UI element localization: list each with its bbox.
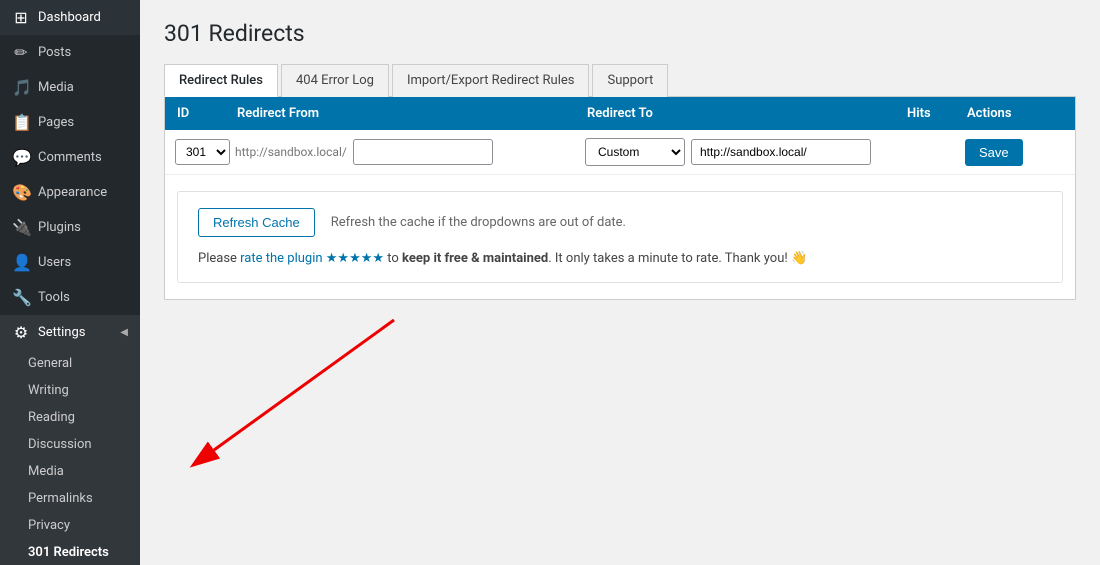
sidebar-item-pages[interactable]: 📋 Pages <box>0 105 140 140</box>
sidebar-item-media[interactable]: 🎵 Media <box>0 70 140 105</box>
sidebar-item-label: Plugins <box>38 220 81 235</box>
col-redirect-to: Redirect To <box>575 97 895 130</box>
posts-icon: ✏ <box>12 43 30 62</box>
tools-icon: 🔧 <box>12 288 30 307</box>
tab-support[interactable]: Support <box>592 64 668 97</box>
table-input-row: 301 302 http://sandbox.local/ Custom Pos… <box>165 130 1075 175</box>
sidebar-item-label: Posts <box>38 45 71 60</box>
redirect-from-input[interactable] <box>353 139 493 165</box>
settings-submenu: General Writing Reading Discussion Media… <box>0 350 140 565</box>
plugins-icon: 🔌 <box>12 218 30 237</box>
col-actions: Actions <box>955 97 1075 130</box>
rate-text-end: . It only takes a minute to rate. Thank … <box>548 251 807 266</box>
sidebar-sub-media[interactable]: Media <box>0 458 140 485</box>
users-icon: 👤 <box>12 253 30 272</box>
sidebar: ⊞ Dashboard ✏ Posts 🎵 Media 📋 Pages 💬 Co… <box>0 0 140 565</box>
col-id: ID <box>165 97 225 130</box>
rate-text-after: to <box>384 251 402 266</box>
sidebar-sub-permalinks[interactable]: Permalinks <box>0 485 140 512</box>
rate-link-text: rate the plugin ★★★★★ <box>240 251 384 266</box>
col-hits: Hits <box>895 97 955 130</box>
table-header: ID Redirect From Redirect To Hits Action… <box>165 97 1075 130</box>
sidebar-item-posts[interactable]: ✏ Posts <box>0 35 140 70</box>
cache-description: Refresh the cache if the dropdowns are o… <box>331 215 626 230</box>
redirect-from-prefix: http://sandbox.local/ <box>235 145 347 159</box>
sidebar-item-comments[interactable]: 💬 Comments <box>0 140 140 175</box>
rate-plugin-link[interactable]: rate the plugin ★★★★★ <box>240 251 384 266</box>
sidebar-item-label: Tools <box>38 290 70 305</box>
sidebar-item-dashboard[interactable]: ⊞ Dashboard <box>0 0 140 35</box>
sidebar-item-label: Dashboard <box>38 10 101 25</box>
col-redirect-from: Redirect From <box>225 97 575 130</box>
arrow-annotation <box>164 310 1076 490</box>
pages-icon: 📋 <box>12 113 30 132</box>
cache-row: Refresh Cache Refresh the cache if the d… <box>198 208 1042 237</box>
id-select[interactable]: 301 302 <box>175 139 230 165</box>
red-arrow <box>164 310 564 490</box>
sidebar-sub-writing[interactable]: Writing <box>0 377 140 404</box>
sidebar-sub-301redirects[interactable]: 301 Redirects <box>0 539 140 565</box>
refresh-cache-button[interactable]: Refresh Cache <box>198 208 315 237</box>
sidebar-item-plugins[interactable]: 🔌 Plugins <box>0 210 140 245</box>
redirect-type-select[interactable]: Custom Post Page <box>585 138 685 166</box>
sidebar-item-label: Users <box>38 255 71 270</box>
main-content: 301 Redirects Redirect Rules 404 Error L… <box>140 0 1100 565</box>
tab-import-export[interactable]: Import/Export Redirect Rules <box>392 64 590 97</box>
sidebar-item-label: Pages <box>38 115 74 130</box>
appearance-icon: 🎨 <box>12 183 30 202</box>
dashboard-icon: ⊞ <box>12 8 30 27</box>
settings-icon: ⚙ <box>12 323 30 342</box>
tabs-container: Redirect Rules 404 Error Log Import/Expo… <box>164 63 1076 97</box>
rate-row: Please rate the plugin ★★★★★ to keep it … <box>198 251 1042 266</box>
sidebar-item-users[interactable]: 👤 Users <box>0 245 140 280</box>
sidebar-item-settings[interactable]: ⚙ Settings ◀ <box>0 315 140 350</box>
rate-bold-text: keep it free & maintained <box>402 251 548 266</box>
sidebar-sub-privacy[interactable]: Privacy <box>0 512 140 539</box>
sidebar-item-appearance[interactable]: 🎨 Appearance <box>0 175 140 210</box>
table-container: ID Redirect From Redirect To Hits Action… <box>164 97 1076 300</box>
sidebar-item-label: Comments <box>38 150 102 165</box>
tab-404-error-log[interactable]: 404 Error Log <box>281 64 389 97</box>
actions-cell: Save <box>955 131 1075 174</box>
hits-cell <box>895 144 955 160</box>
tab-redirect-rules[interactable]: Redirect Rules <box>164 64 278 97</box>
rate-text-before: Please <box>198 251 240 266</box>
sidebar-item-label: Media <box>38 80 74 95</box>
cache-box: Refresh Cache Refresh the cache if the d… <box>177 191 1063 283</box>
sidebar-item-label: Appearance <box>38 185 107 200</box>
id-cell: 301 302 <box>165 131 225 173</box>
media-icon: 🎵 <box>12 78 30 97</box>
sidebar-sub-discussion[interactable]: Discussion <box>0 431 140 458</box>
comments-icon: 💬 <box>12 148 30 167</box>
sidebar-item-label: Settings <box>38 325 85 340</box>
sidebar-sub-reading[interactable]: Reading <box>0 404 140 431</box>
redirect-to-input[interactable] <box>691 139 871 165</box>
save-button[interactable]: Save <box>965 139 1023 166</box>
redirect-to-cell: Custom Post Page <box>575 130 895 174</box>
sidebar-sub-general[interactable]: General <box>0 350 140 377</box>
page-title: 301 Redirects <box>164 20 1076 47</box>
settings-arrow: ◀ <box>120 327 128 338</box>
sidebar-item-tools[interactable]: 🔧 Tools <box>0 280 140 315</box>
redirect-from-cell: http://sandbox.local/ <box>225 131 575 173</box>
